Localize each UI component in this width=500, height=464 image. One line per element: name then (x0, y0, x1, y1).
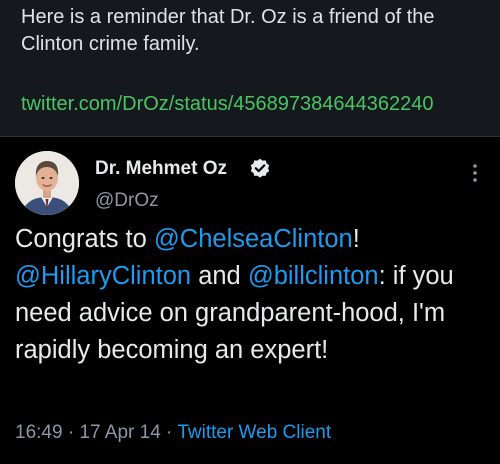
embedded-tweet: Dr. Mehmet Oz @DrOz Congrats to @Chelsea… (0, 136, 500, 464)
avatar[interactable] (15, 151, 79, 215)
mention-chelseaclinton[interactable]: @ChelseaClinton (154, 225, 353, 253)
tweet-text-segment: and (191, 262, 248, 290)
tweet-text-segment: Congrats to (15, 225, 154, 253)
mention-hillaryclinton[interactable]: @HillaryClinton (15, 262, 191, 290)
mention-billclinton[interactable]: @billclinton (248, 262, 379, 290)
verified-badge-icon (250, 158, 270, 178)
meta-separator: · (160, 422, 178, 443)
post-text: Here is a reminder that Dr. Oz is a frie… (21, 6, 435, 55)
tweet-text: Congrats to @ChelseaClinton! @HillaryClin… (15, 221, 495, 369)
tweet-date[interactable]: 17 Apr 14 (79, 422, 160, 443)
more-options-icon[interactable] (463, 161, 487, 185)
handle[interactable]: @DrOz (95, 189, 159, 213)
tweet-metadata: 16:49 · 17 Apr 14 · Twitter Web Client (15, 420, 331, 446)
tweet-time[interactable]: 16:49 (15, 422, 63, 443)
meta-separator: · (62, 422, 80, 443)
display-name[interactable]: Dr. Mehmet Oz (95, 157, 227, 181)
tweet-text-segment: ! (352, 225, 360, 253)
avatar-photo (15, 151, 79, 215)
tweet-client-link[interactable]: Twitter Web Client (177, 422, 331, 443)
tweet-link[interactable]: twitter.com/DrOz/status/4568973846443622… (21, 91, 433, 117)
